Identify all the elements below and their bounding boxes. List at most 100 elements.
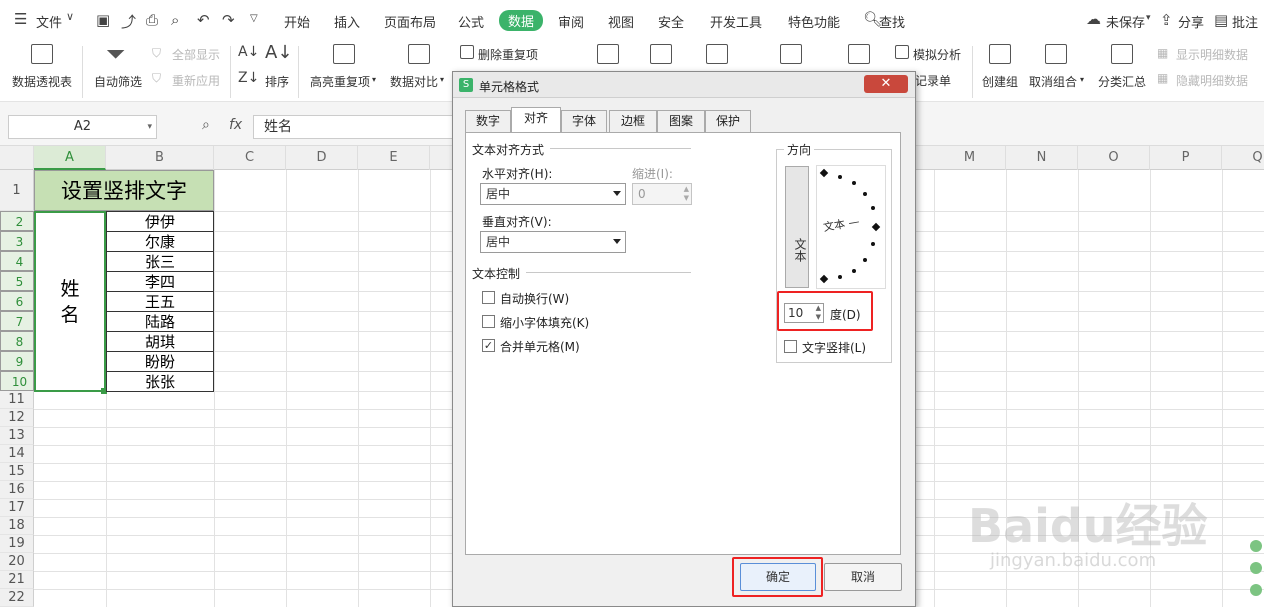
file-menu[interactable]: 文件 xyxy=(36,12,62,31)
tab-protection[interactable]: 保护 xyxy=(705,110,751,132)
chevron-down-icon[interactable]: ▾ xyxy=(147,116,152,138)
print-icon[interactable]: ⎙ xyxy=(146,11,158,29)
tab-data[interactable]: 数据 xyxy=(499,10,544,31)
tab-number[interactable]: 数字 xyxy=(465,110,511,132)
chevron-down-icon[interactable]: ▾ xyxy=(1146,13,1151,23)
comment-button[interactable]: 批注 xyxy=(1232,12,1258,31)
tab-border[interactable]: 边框 xyxy=(609,110,657,132)
column-header-a[interactable]: A xyxy=(34,146,106,170)
row-header-21[interactable]: 21 xyxy=(0,571,34,589)
column-header-m[interactable]: M xyxy=(934,146,1006,170)
tab-developer[interactable]: 开发工具 xyxy=(710,12,762,31)
tab-page-layout[interactable]: 页面布局 xyxy=(384,12,436,31)
column-header-c[interactable]: C xyxy=(214,146,286,170)
more-icon[interactable]: ▽ xyxy=(250,13,258,24)
row-header-11[interactable]: 11 xyxy=(0,391,34,409)
row-header-8[interactable]: 8 xyxy=(0,331,34,351)
side-float-icon[interactable] xyxy=(1250,562,1262,574)
autofilter-button[interactable]: 自动筛选 xyxy=(94,73,142,90)
vertical-text-button[interactable]: 文本 xyxy=(785,166,809,288)
vertical-text-label[interactable]: 文字竖排(L) xyxy=(802,339,866,356)
row-header-6[interactable]: 6 xyxy=(0,291,34,311)
undo-icon[interactable]: ↶ xyxy=(197,11,210,29)
row-header-12[interactable]: 12 xyxy=(0,409,34,427)
name-cell[interactable]: 伊伊 xyxy=(106,211,214,232)
column-header-b[interactable]: B xyxy=(106,146,214,170)
select-all-corner[interactable] xyxy=(0,146,34,170)
row-header-19[interactable]: 19 xyxy=(0,535,34,553)
show-detail-button[interactable]: 显示明细数据 xyxy=(1176,46,1248,63)
row-header-2[interactable]: 2 xyxy=(0,211,34,231)
row-header-18[interactable]: 18 xyxy=(0,517,34,535)
tab-formula[interactable]: 公式 xyxy=(458,12,484,31)
name-cell[interactable]: 王五 xyxy=(106,291,214,312)
merged-name-cell[interactable]: 姓 名 xyxy=(34,211,106,392)
validation-icon[interactable] xyxy=(706,44,728,64)
name-cell[interactable]: 陆路 xyxy=(106,311,214,332)
tab-alignment[interactable]: 对齐 xyxy=(511,107,561,133)
highlight-duplicates-button[interactable]: 高亮重复项 xyxy=(310,73,370,90)
sort-desc-icon[interactable]: Z↓ xyxy=(238,70,259,86)
name-cell[interactable]: 李四 xyxy=(106,271,214,292)
column-header-p[interactable]: P xyxy=(1150,146,1222,170)
row-header-9[interactable]: 9 xyxy=(0,351,34,371)
merge-cells-checkbox[interactable]: ✓ xyxy=(482,339,495,352)
print-preview-icon[interactable]: ⌕ xyxy=(171,11,179,29)
name-cell[interactable]: 胡琪 xyxy=(106,331,214,352)
row-header-16[interactable]: 16 xyxy=(0,481,34,499)
reapply-button[interactable]: 重新应用 xyxy=(172,72,220,89)
wrap-text-label[interactable]: 自动换行(W) xyxy=(500,290,569,307)
record-form-button[interactable]: 记录单 xyxy=(915,72,951,89)
split-column-icon[interactable] xyxy=(597,44,619,64)
name-cell[interactable]: 盼盼 xyxy=(106,351,214,372)
tab-insert[interactable]: 插入 xyxy=(334,12,360,31)
row-header-10[interactable]: 10 xyxy=(0,371,34,391)
zoom-icon[interactable]: ⌕ xyxy=(202,117,210,133)
tab-view[interactable]: 视图 xyxy=(608,12,634,31)
hide-detail-button[interactable]: 隐藏明细数据 xyxy=(1176,72,1248,89)
redo-icon[interactable]: ↷ xyxy=(222,11,235,29)
v-align-select[interactable]: 居中 xyxy=(480,231,626,253)
close-icon[interactable]: ✕ xyxy=(864,75,908,93)
row-header-3[interactable]: 3 xyxy=(0,231,34,251)
fx-icon[interactable]: fx xyxy=(229,117,242,133)
shrink-to-fit-checkbox[interactable] xyxy=(482,315,495,328)
wrap-text-checkbox[interactable] xyxy=(482,291,495,304)
indent-spinner[interactable]: 0 ▲ ▼ xyxy=(632,183,692,205)
merge-cells-label[interactable]: 合并单元格(M) xyxy=(500,338,580,355)
column-header-o[interactable]: O xyxy=(1078,146,1150,170)
search-button[interactable]: 查找 xyxy=(879,12,905,31)
formula-input[interactable]: 姓名 xyxy=(253,115,453,139)
tab-special[interactable]: 特色功能 xyxy=(788,12,840,31)
create-group-button[interactable]: 创建组 xyxy=(982,73,1018,90)
sort-asc-icon[interactable]: A↓ xyxy=(238,44,259,60)
h-align-select[interactable]: 居中 xyxy=(480,183,626,205)
chevron-down-icon[interactable]: ▾ xyxy=(1080,75,1084,84)
chevron-down-icon[interactable]: ▾ xyxy=(372,75,376,84)
tab-pattern[interactable]: 图案 xyxy=(657,110,705,132)
tab-font[interactable]: 字体 xyxy=(561,110,607,132)
what-if-button[interactable]: 模拟分析 xyxy=(913,46,961,63)
save-icon[interactable]: ▣ xyxy=(96,11,110,29)
row-header-5[interactable]: 5 xyxy=(0,271,34,291)
chevron-down-icon[interactable]: ∨ xyxy=(66,10,74,23)
orientation-dial[interactable]: 文本 — xyxy=(816,165,886,289)
row-header-20[interactable]: 20 xyxy=(0,553,34,571)
tab-security[interactable]: 安全 xyxy=(658,12,684,31)
column-header-q[interactable]: Q xyxy=(1222,146,1264,170)
ungroup-button[interactable]: 取消组合 xyxy=(1029,73,1077,90)
side-float-icon[interactable] xyxy=(1250,540,1262,552)
cancel-button[interactable]: 取消 xyxy=(824,563,902,591)
column-header-e[interactable]: E xyxy=(358,146,430,170)
unsaved-status[interactable]: 未保存 xyxy=(1106,12,1145,31)
name-cell[interactable]: 张张 xyxy=(106,371,214,392)
dropdown-list-icon[interactable] xyxy=(780,44,802,64)
row-header-13[interactable]: 13 xyxy=(0,427,34,445)
sort-button[interactable]: 排序 xyxy=(265,73,289,90)
share-button[interactable]: 分享 xyxy=(1178,12,1204,31)
row-header-22[interactable]: 22 xyxy=(0,589,34,607)
shrink-to-fit-label[interactable]: 缩小字体填充(K) xyxy=(500,314,589,331)
row-header-1[interactable]: 1 xyxy=(0,170,34,211)
row-header-15[interactable]: 15 xyxy=(0,463,34,481)
column-header-n[interactable]: N xyxy=(1006,146,1078,170)
